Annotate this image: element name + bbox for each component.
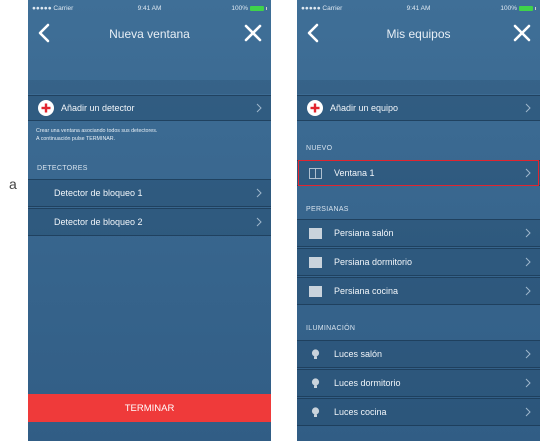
light-bulb-icon [309,406,322,419]
detector-row[interactable]: Detector de bloqueo 1 [28,179,271,207]
device-label: Persiana cocina [334,286,399,296]
battery-icon [519,5,533,11]
device-label: Luces dormitorio [334,378,401,388]
battery-tip [266,6,267,10]
device-label: Persiana dormitorio [334,257,413,267]
close-icon[interactable] [512,23,532,43]
chevron-right-icon [525,378,531,388]
instructions-text: Crear una ventana asociando todos sus de… [36,128,256,143]
chevron-right-icon [525,286,531,296]
navigation-bar: Nueva ventana [28,18,271,50]
close-icon[interactable] [243,23,263,43]
status-bar: ●●●●● Carrier 9:41 AM 100% [28,0,271,16]
instructions-line-2: A continuación pulse TERMINAR. [36,135,116,142]
battery-indicator: 100% [231,5,267,12]
device-label: Luces salón [334,349,383,359]
navigation-bar: Mis equipos [297,18,540,50]
add-equipment-button[interactable]: Añadir un equipo [297,95,540,121]
chevron-right-icon [525,407,531,417]
device-label: Luces cocina [334,407,387,417]
blind-icon [309,285,322,297]
battery-tip [535,6,536,10]
add-icon [307,100,323,116]
page-letter-fragment: a [9,176,17,192]
section-header-detectors: DETECTORES [37,165,88,172]
blind-icon [309,227,322,239]
chevron-right-icon [256,217,262,227]
add-icon [38,100,54,116]
battery-icon [250,5,264,11]
detector-label: Detector de bloqueo 1 [54,188,143,198]
chevron-right-icon [256,103,262,113]
spacer-band [28,80,271,94]
add-detector-button[interactable]: Añadir un detector [28,95,271,121]
page-title: Nueva ventana [109,27,190,41]
device-row-light[interactable]: Luces dormitorio [297,369,540,397]
chevron-right-icon [525,257,531,267]
device-row-blind[interactable]: Persiana salón [297,219,540,247]
device-label: Persiana salón [334,228,394,238]
instructions-line-1: Crear una ventana asociando todos sus de… [36,128,158,134]
blind-icon [309,256,322,268]
phone-screen-my-devices: ●●●●● Carrier 9:41 AM 100% Mis equipos A… [297,0,540,441]
finish-button[interactable]: TERMINAR [28,394,271,422]
section-header-blinds: PERSIANAS [306,206,349,213]
battery-indicator: 100% [500,5,536,12]
device-row-blind[interactable]: Persiana cocina [297,277,540,305]
chevron-right-icon [525,228,531,238]
add-detector-label: Añadir un detector [61,103,135,113]
spacer-band [297,80,540,94]
detector-row[interactable]: Detector de bloqueo 2 [28,208,271,236]
device-row-window[interactable]: Ventana 1 [297,160,540,186]
section-header-lighting: ILUMINACIÓN [306,325,356,332]
page-title: Mis equipos [386,27,451,41]
detector-label: Detector de bloqueo 2 [54,217,143,227]
battery-percent: 100% [231,4,248,12]
add-equipment-label: Añadir un equipo [330,103,399,113]
status-bar: ●●●●● Carrier 9:41 AM 100% [297,0,540,16]
phone-screen-new-window: ●●●●● Carrier 9:41 AM 100% Nueva ventana… [28,0,271,441]
device-row-light[interactable]: Luces salón [297,340,540,368]
device-row-blind[interactable]: Persiana dormitorio [297,248,540,276]
device-row-light[interactable]: Luces cocina [297,398,540,426]
battery-percent: 100% [500,4,517,12]
chevron-right-icon [525,349,531,359]
light-bulb-icon [309,348,322,361]
chevron-right-icon [525,168,531,178]
chevron-right-icon [525,103,531,113]
window-icon [309,167,322,179]
section-header-new: NUEVO [306,145,333,152]
chevron-right-icon [256,188,262,198]
finish-button-label: TERMINAR [124,402,175,414]
light-bulb-icon [309,377,322,390]
device-label: Ventana 1 [334,168,375,178]
